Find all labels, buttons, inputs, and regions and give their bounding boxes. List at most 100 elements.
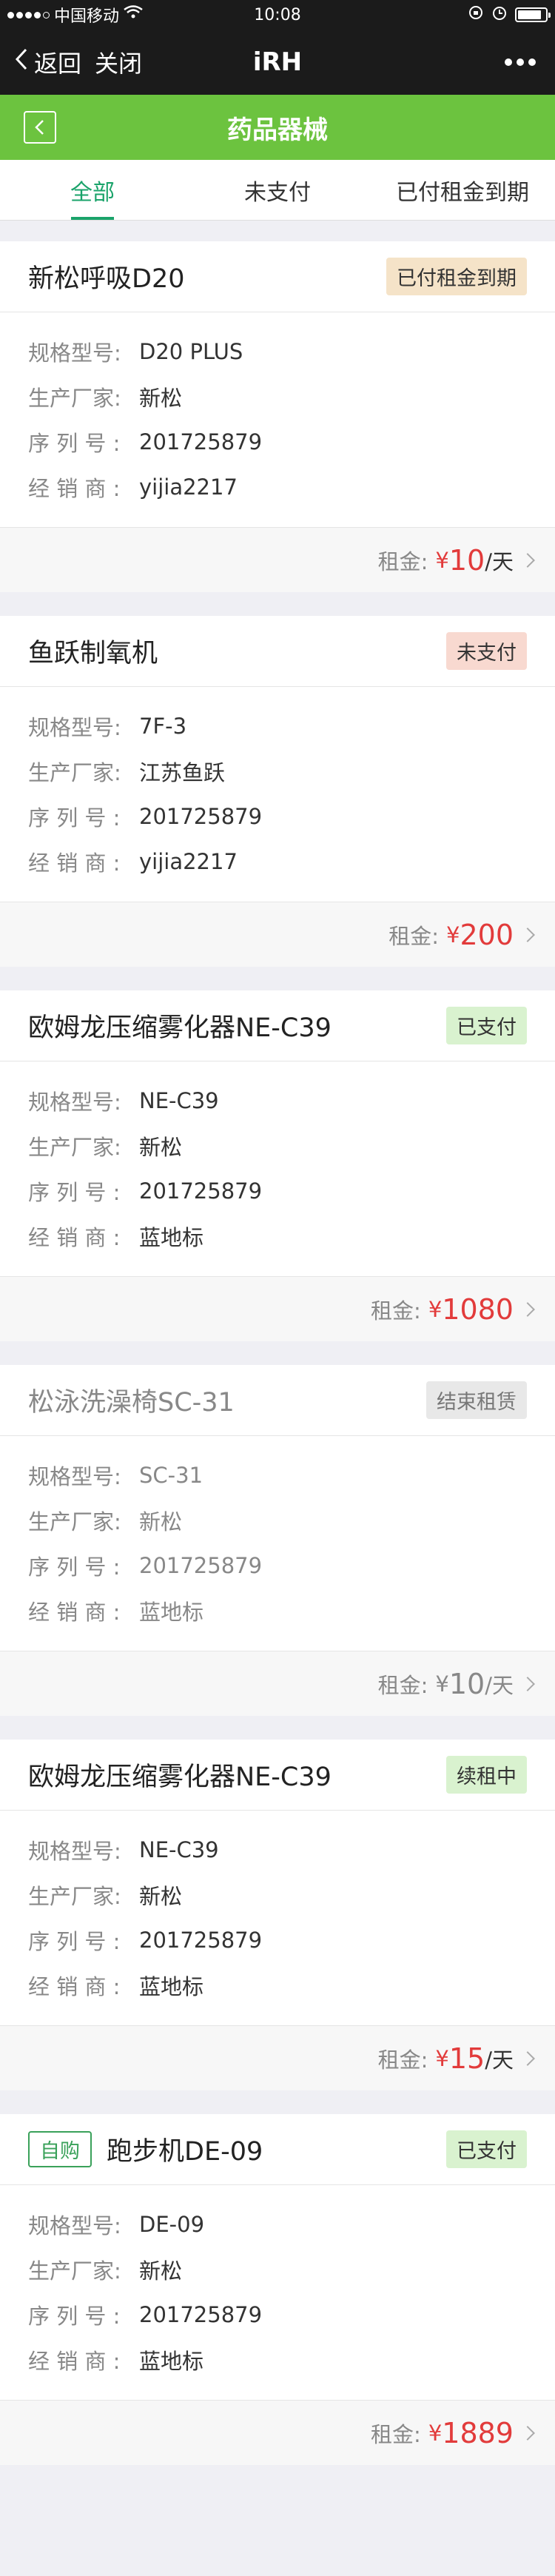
status-badge: 未支付 xyxy=(446,632,527,670)
device-card[interactable]: 松泳洗澡椅SC-31 结束租赁 规格型号: SC-31 生产厂家: 新松 序 列 号… xyxy=(0,1365,555,1716)
dealer-value: 蓝地标 xyxy=(139,1599,204,1625)
maker-row: 生产厂家: 新松 xyxy=(28,1497,527,1543)
model-row: 规格型号: NE-C39 xyxy=(28,1078,527,1123)
currency-symbol: ¥ xyxy=(428,1296,443,1322)
model-value: D20 PLUS xyxy=(139,338,243,364)
back-button[interactable]: 返回 xyxy=(15,45,81,79)
close-button[interactable]: 关闭 xyxy=(95,45,142,79)
rent-label: 租金: xyxy=(388,923,440,949)
status-left: 中国移动 xyxy=(7,3,143,27)
rent-row[interactable]: 租金: ¥ 10 /天 xyxy=(0,1651,555,1716)
serial-value: 201725879 xyxy=(139,1552,263,1578)
status-badge: 续租中 xyxy=(446,1756,527,1794)
rent-row[interactable]: 租金: ¥ 200 xyxy=(0,902,555,967)
maker-row: 生产厂家: 江苏鱼跃 xyxy=(28,748,527,794)
device-card[interactable]: 鱼跃制氧机 未支付 规格型号: 7F-3 生产厂家: 江苏鱼跃 序 列 号 : 201… xyxy=(0,616,555,967)
rent-label: 租金: xyxy=(371,2421,421,2447)
currency-symbol: ¥ xyxy=(446,922,460,947)
model-value: NE-C39 xyxy=(139,1087,219,1113)
maker-row: 生产厂家: 新松 xyxy=(28,1123,527,1168)
card-details: 规格型号: NE-C39 生产厂家: 新松 序 列 号 : 201725879 经 销… xyxy=(0,1061,555,1276)
currency-symbol: ¥ xyxy=(435,1671,449,1697)
card-header: 自购 跑步机DE-09 已支付 xyxy=(0,2114,555,2185)
dealer-value: yijia2217 xyxy=(139,848,238,874)
tab-paid-expired[interactable]: 已付租金到期 xyxy=(370,160,555,220)
nav-bar: 返回 关闭 iRH xyxy=(0,30,555,95)
serial-label: 序 列 号 : xyxy=(28,1179,121,1205)
page-back-button[interactable] xyxy=(24,111,56,144)
serial-value: 201725879 xyxy=(139,1178,263,1204)
device-name-text: 欧姆龙压缩雾化器NE-C39 xyxy=(28,1762,332,1792)
dealer-label: 经 销 商 : xyxy=(28,1224,121,1250)
model-label: 规格型号: xyxy=(28,714,121,740)
serial-row: 序 列 号 : 201725879 xyxy=(28,1917,527,1962)
serial-label: 序 列 号 : xyxy=(28,430,121,456)
rent-row[interactable]: 租金: ¥ 15 /天 xyxy=(0,2025,555,2090)
maker-label: 生产厂家: xyxy=(28,2258,121,2284)
maker-row: 生产厂家: 新松 xyxy=(28,2247,527,2292)
model-value: SC-31 xyxy=(139,1462,204,1488)
status-right xyxy=(468,4,551,25)
rent-row[interactable]: 租金: ¥ 10 /天 xyxy=(0,527,555,592)
maker-label: 生产厂家: xyxy=(28,385,121,411)
serial-value: 201725879 xyxy=(139,429,263,455)
rent-label: 租金: xyxy=(377,1672,428,1698)
device-card[interactable]: 欧姆龙压缩雾化器NE-C39 续租中 规格型号: NE-C39 生产厂家: 新松 序… xyxy=(0,1740,555,2090)
card-details: 规格型号: NE-C39 生产厂家: 新松 序 列 号 : 201725879 经 销… xyxy=(0,1811,555,2025)
device-card[interactable]: 新松呼吸D20 已付租金到期 规格型号: D20 PLUS 生产厂家: 新松 序 列… xyxy=(0,241,555,592)
chevron-left-icon xyxy=(15,48,28,76)
tab-all[interactable]: 全部 xyxy=(0,160,185,220)
rent-label: 租金: xyxy=(377,549,428,574)
chevron-right-icon xyxy=(520,1301,535,1317)
dealer-row: 经 销 商 : 蓝地标 xyxy=(28,1588,527,1633)
dealer-row: 经 销 商 : yijia2217 xyxy=(28,839,527,884)
serial-label: 序 列 号 : xyxy=(28,1554,121,1580)
serial-label: 序 列 号 : xyxy=(28,1928,121,1954)
chevron-right-icon xyxy=(520,1676,535,1691)
rent-row[interactable]: 租金: ¥ 1889 xyxy=(0,2400,555,2465)
rent-price: 15 xyxy=(448,2042,485,2075)
dealer-value: 蓝地标 xyxy=(139,2348,204,2374)
device-name: 松泳洗澡椅SC-31 xyxy=(28,1381,235,1419)
serial-value: 201725879 xyxy=(139,2301,263,2327)
chevron-left-icon xyxy=(35,120,44,135)
dealer-label: 经 销 商 : xyxy=(28,1599,121,1625)
maker-value: 新松 xyxy=(139,1509,183,1534)
dealer-row: 经 销 商 : 蓝地标 xyxy=(28,1213,527,1258)
device-name-text: 欧姆龙压缩雾化器NE-C39 xyxy=(28,1013,332,1043)
dealer-label: 经 销 商 : xyxy=(28,850,121,876)
device-card[interactable]: 自购 跑步机DE-09 已支付 规格型号: DE-09 生产厂家: 新松 序 列 号… xyxy=(0,2114,555,2465)
device-name: 欧姆龙压缩雾化器NE-C39 xyxy=(28,1756,332,1794)
dealer-value: 蓝地标 xyxy=(139,1973,204,1999)
device-name-text: 新松呼吸D20 xyxy=(28,264,185,294)
device-card[interactable]: 欧姆龙压缩雾化器NE-C39 已支付 规格型号: NE-C39 生产厂家: 新松 序… xyxy=(0,990,555,1341)
card-header: 松泳洗澡椅SC-31 结束租赁 xyxy=(0,1365,555,1436)
card-header: 欧姆龙压缩雾化器NE-C39 续租中 xyxy=(0,1740,555,1811)
status-time: 10:08 xyxy=(254,5,301,24)
chevron-right-icon xyxy=(520,2425,535,2441)
maker-value: 新松 xyxy=(139,1134,183,1160)
model-value: NE-C39 xyxy=(139,1837,219,1862)
rent-row[interactable]: 租金: ¥ 1080 xyxy=(0,1276,555,1341)
more-button[interactable] xyxy=(505,58,536,66)
serial-row: 序 列 号 : 201725879 xyxy=(28,1543,527,1588)
device-name: 欧姆龙压缩雾化器NE-C39 xyxy=(28,1007,332,1044)
alarm-icon xyxy=(491,4,508,25)
card-details: 规格型号: DE-09 生产厂家: 新松 序 列 号 : 201725879 经 销 … xyxy=(0,2185,555,2400)
serial-row: 序 列 号 : 201725879 xyxy=(28,794,527,839)
card-details: 规格型号: D20 PLUS 生产厂家: 新松 序 列 号 : 201725879 经… xyxy=(0,312,555,527)
dealer-value: yijia2217 xyxy=(139,474,238,500)
device-name: 自购 跑步机DE-09 xyxy=(28,2130,263,2168)
chevron-right-icon xyxy=(520,552,535,568)
self-purchase-tag: 自购 xyxy=(28,2131,92,2167)
model-row: 规格型号: DE-09 xyxy=(28,2201,527,2247)
card-details: 规格型号: 7F-3 生产厂家: 江苏鱼跃 序 列 号 : 201725879 经 销… xyxy=(0,687,555,902)
tab-unpaid[interactable]: 未支付 xyxy=(185,160,370,220)
model-row: 规格型号: SC-31 xyxy=(28,1452,527,1497)
maker-label: 生产厂家: xyxy=(28,1883,121,1909)
dealer-row: 经 销 商 : 蓝地标 xyxy=(28,2337,527,2382)
model-label: 规格型号: xyxy=(28,1089,121,1115)
status-badge: 已支付 xyxy=(446,2130,527,2168)
card-details: 规格型号: SC-31 生产厂家: 新松 序 列 号 : 201725879 经 销 … xyxy=(0,1436,555,1651)
carrier-label: 中国移动 xyxy=(54,7,120,26)
